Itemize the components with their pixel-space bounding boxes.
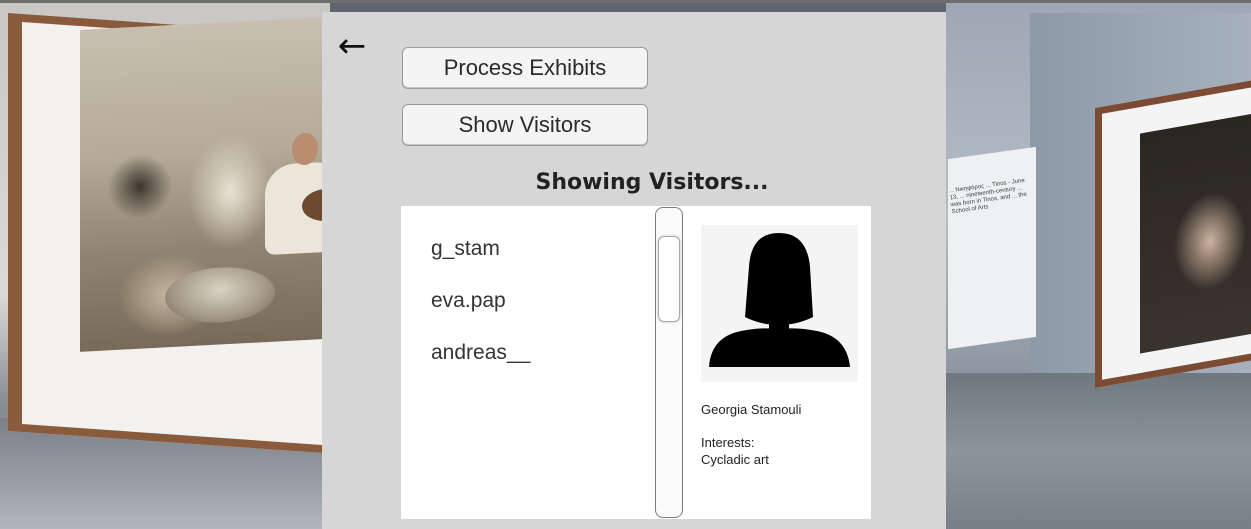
interests-value: Cycladic art — [701, 452, 769, 467]
visitor-full-name: Georgia Stamouli — [701, 402, 802, 417]
painting-figure-head — [292, 132, 318, 166]
right-painting-portrait — [1140, 112, 1251, 354]
visitors-panel: ← Process Exhibits Show Visitors Showing… — [322, 12, 946, 529]
right-gallery-floor — [946, 373, 1251, 529]
visitor-list-scrollbar[interactable] — [655, 207, 683, 518]
process-exhibits-button[interactable]: Process Exhibits — [402, 47, 648, 89]
visitor-list: g_stam eva.pap andreas__ — [431, 236, 651, 392]
status-text: Showing Visitors... — [535, 170, 769, 195]
visitors-list-container: g_stam eva.pap andreas__ Georgia Stamoul… — [401, 206, 871, 519]
arrow-left-icon: ← — [337, 26, 367, 66]
visitor-list-item[interactable]: andreas__ — [431, 340, 651, 392]
painting-copper-basin — [165, 264, 275, 326]
left-painting-lute-player — [80, 16, 350, 352]
back-button[interactable]: ← — [332, 28, 372, 64]
interests-label: Interests: — [701, 435, 755, 450]
show-visitors-button[interactable]: Show Visitors — [402, 104, 648, 146]
scrollbar-thumb[interactable] — [658, 236, 680, 322]
visitor-list-item[interactable]: g_stam — [431, 236, 651, 288]
female-silhouette-icon — [701, 225, 858, 382]
visitor-list-item[interactable]: eva.pap — [431, 288, 651, 340]
